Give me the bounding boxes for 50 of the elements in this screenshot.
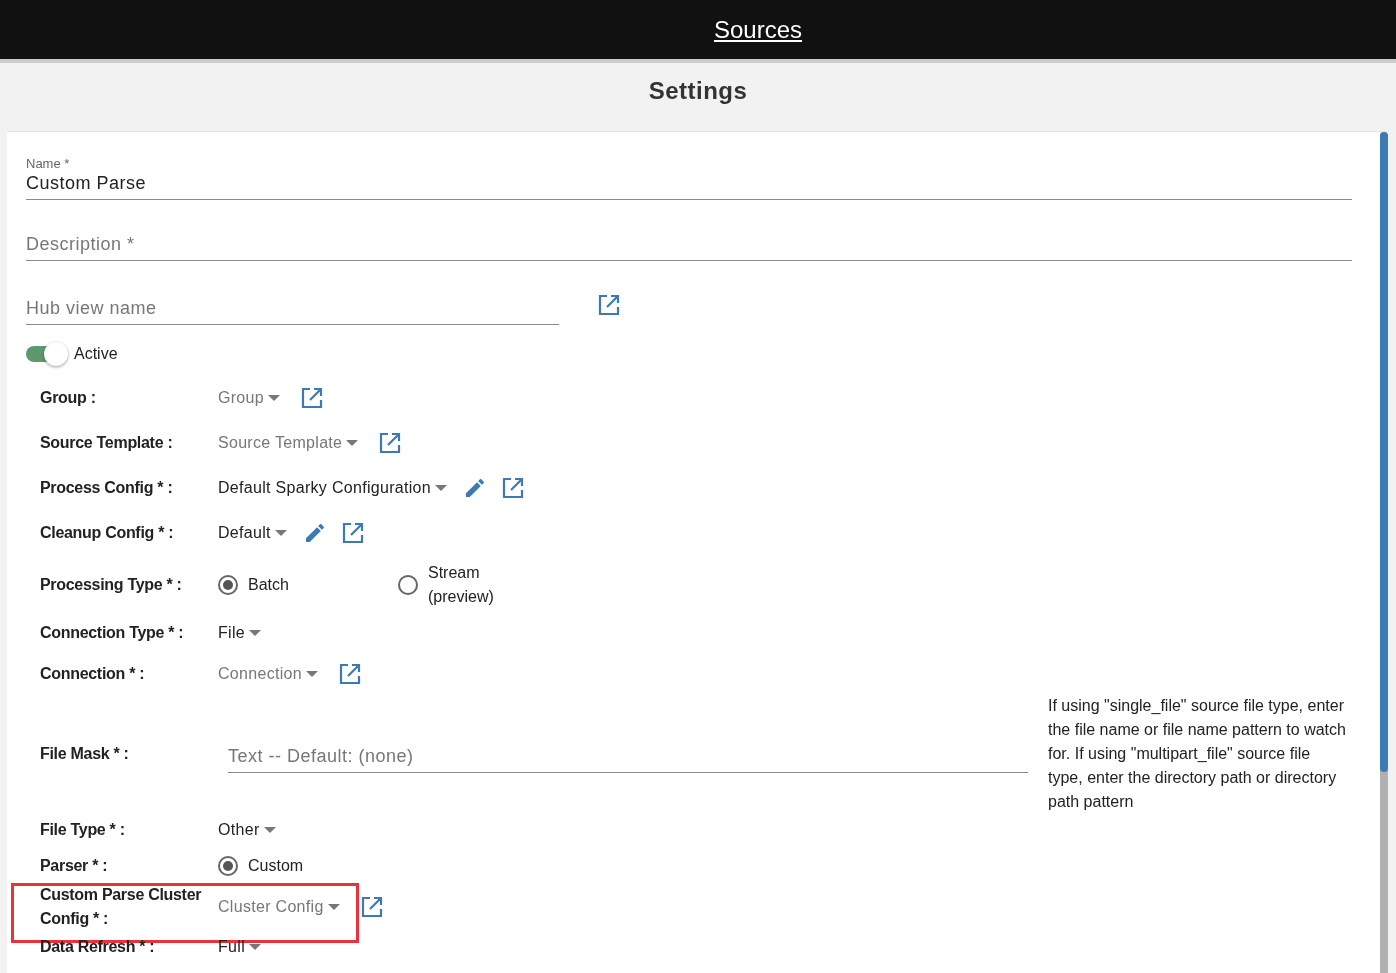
name-field[interactable]: Name * Custom Parse xyxy=(26,156,1352,200)
field-label: Connection * : xyxy=(40,663,146,684)
open-external-icon xyxy=(359,894,384,919)
open-external-icon xyxy=(337,661,362,686)
open-external-button[interactable] xyxy=(500,475,525,500)
field-label: File Type * : xyxy=(40,820,126,840)
open-external-button[interactable] xyxy=(378,430,403,455)
open-external-button[interactable] xyxy=(340,520,365,545)
file-mask-field[interactable]: Text -- Default: (none) xyxy=(228,745,1028,773)
radio-label: Batch xyxy=(248,575,289,595)
dropdown[interactable]: Group xyxy=(218,388,280,407)
dropdown[interactable]: Full xyxy=(218,938,261,956)
dropdown[interactable]: File xyxy=(218,624,261,642)
open-external-icon xyxy=(378,430,403,455)
field-label: Custom Parse Cluster Config * : xyxy=(40,884,203,929)
field-label: Connection Type * : xyxy=(40,623,185,643)
field-label: Process Config * : xyxy=(40,477,174,498)
radio-button[interactable] xyxy=(398,575,418,595)
radio-button[interactable] xyxy=(218,856,238,876)
open-external-button[interactable] xyxy=(597,293,621,317)
description-field[interactable]: Description * xyxy=(26,234,1352,261)
open-external-icon xyxy=(299,385,324,410)
field-label: Data Refresh * : xyxy=(40,937,156,957)
open-external-button[interactable] xyxy=(337,661,362,686)
field-label: Processing Type * : xyxy=(40,575,183,595)
open-external-button[interactable] xyxy=(299,385,324,410)
field-label: Cleanup Config * : xyxy=(40,522,175,543)
help-text: If using "single_file" source file type, enter the file name or file name pattern to watch for. If using "multipart_file" source file type, enter the directory path or directory path pattern xyxy=(1048,696,1347,812)
field-label: Group : xyxy=(40,387,97,408)
open-external-icon xyxy=(340,520,365,545)
dropdown[interactable]: Default Sparky Configuration xyxy=(218,478,447,497)
dropdown[interactable]: Cluster Config xyxy=(218,897,340,916)
radio-button[interactable] xyxy=(218,575,238,595)
scrollbar-thumb[interactable] xyxy=(1380,132,1388,772)
open-external-button[interactable] xyxy=(359,894,384,919)
field-label: Source Template : xyxy=(40,432,174,453)
open-external-icon xyxy=(500,475,525,500)
radio-label: Custom xyxy=(248,856,304,876)
open-external-icon xyxy=(597,293,621,317)
hub-view-name-field[interactable]: Hub view name xyxy=(26,298,559,325)
dropdown[interactable]: Source Template xyxy=(218,433,359,452)
dropdown[interactable]: Default xyxy=(218,523,287,542)
field-label: Parser * : xyxy=(40,856,109,876)
page-title: Settings xyxy=(647,76,749,106)
active-label: Active xyxy=(74,345,118,363)
field-label: File Mask * : xyxy=(40,744,130,764)
dropdown[interactable]: Connection xyxy=(218,664,318,683)
dropdown[interactable]: Other xyxy=(218,821,276,839)
sources-link[interactable]: Sources xyxy=(713,15,802,44)
radio-label: Stream (preview) xyxy=(428,563,494,607)
